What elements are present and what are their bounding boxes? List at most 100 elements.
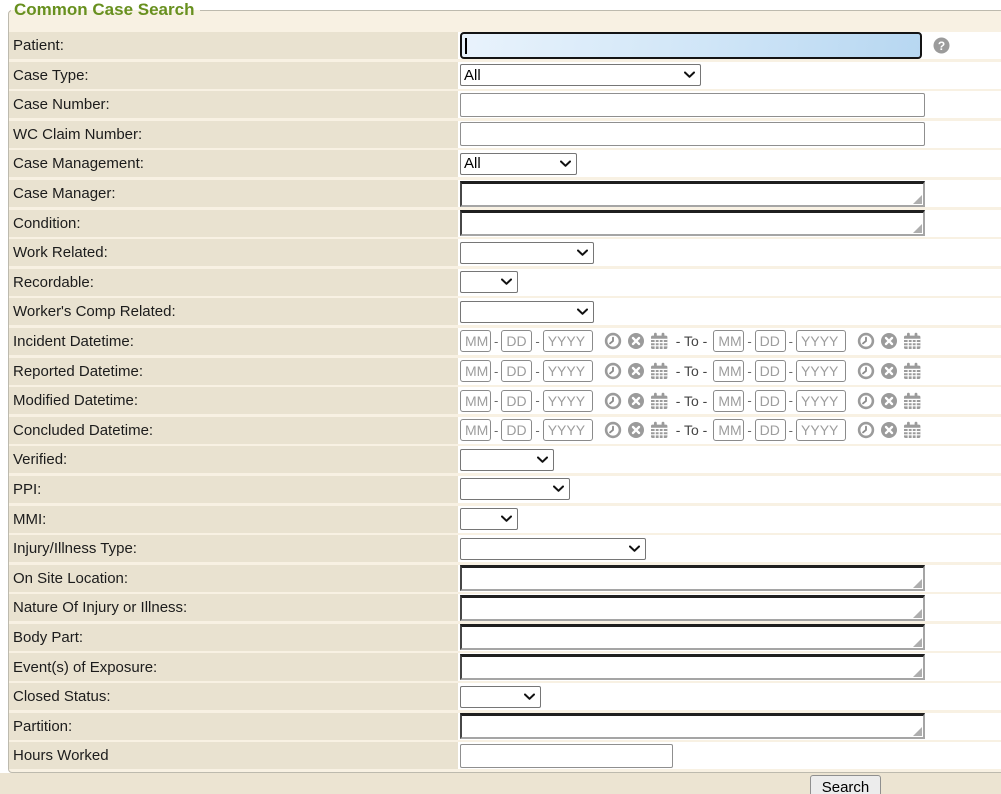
date-separator: - — [789, 423, 793, 438]
clear-icon[interactable] — [627, 332, 645, 350]
range-to-separator: - To - — [676, 422, 708, 438]
calendar-icon[interactable] — [903, 332, 922, 350]
calendar-icon[interactable] — [903, 362, 922, 380]
clock-icon[interactable] — [857, 392, 875, 410]
form-row-modified-datetime: Modified Datetime:--- To --- — [9, 387, 1001, 414]
reported-datetime-from-day-input[interactable] — [501, 360, 532, 382]
workers-comp-related-select[interactable] — [460, 301, 594, 323]
reported-datetime-from-year-input[interactable] — [543, 360, 593, 382]
clock-icon[interactable] — [857, 362, 875, 380]
concluded-datetime-to-month-input[interactable] — [713, 419, 744, 441]
date-separator: - — [494, 364, 498, 379]
date-separator: - — [747, 423, 751, 438]
calendar-icon[interactable] — [650, 392, 669, 410]
recordable-select[interactable] — [460, 271, 518, 293]
modified-datetime-from-year-input[interactable] — [543, 390, 593, 412]
clear-icon[interactable] — [880, 332, 898, 350]
case-number-input[interactable] — [460, 93, 925, 117]
nature-of-injury-textarea[interactable] — [460, 595, 925, 621]
body-part-textarea[interactable] — [460, 624, 925, 650]
clear-icon[interactable] — [627, 421, 645, 439]
field-value-cell-closed-status — [458, 683, 1001, 710]
calendar-icon[interactable] — [903, 421, 922, 439]
clear-icon[interactable] — [880, 362, 898, 380]
injury-illness-type-select[interactable] — [460, 538, 646, 560]
search-button[interactable]: Search — [810, 775, 881, 794]
hours-worked-input[interactable] — [460, 744, 673, 768]
concluded-datetime-to-day-input[interactable] — [755, 419, 786, 441]
partition-textarea[interactable] — [460, 713, 925, 739]
recordable-select-wrap — [460, 271, 518, 293]
incident-datetime-from-month-input[interactable] — [460, 330, 491, 352]
form-row-case-number: Case Number: — [9, 91, 1001, 118]
calendar-icon[interactable] — [650, 332, 669, 350]
concluded-datetime-from-month-input[interactable] — [460, 419, 491, 441]
date-separator: - — [747, 364, 751, 379]
partition-textarea-wrap — [460, 713, 925, 739]
calendar-icon[interactable] — [650, 421, 669, 439]
concluded-datetime-from-day-input[interactable] — [501, 419, 532, 441]
field-value-cell-workers-comp-related — [458, 298, 1001, 325]
clock-icon[interactable] — [857, 332, 875, 350]
reported-datetime-to-month-input[interactable] — [713, 360, 744, 382]
date-separator: - — [494, 423, 498, 438]
svg-text:?: ? — [938, 39, 945, 53]
incident-datetime-to-day-input[interactable] — [755, 330, 786, 352]
modified-datetime-from-day-input[interactable] — [501, 390, 532, 412]
concluded-datetime-from-year-input[interactable] — [543, 419, 593, 441]
patient-input[interactable] — [460, 32, 922, 59]
clear-icon[interactable] — [627, 392, 645, 410]
clock-icon[interactable] — [604, 362, 622, 380]
clock-icon[interactable] — [604, 421, 622, 439]
condition-textarea[interactable] — [460, 210, 925, 236]
field-label-incident-datetime: Incident Datetime: — [9, 328, 458, 355]
field-value-cell-concluded-datetime: --- To --- — [458, 417, 1001, 444]
clock-icon[interactable] — [604, 332, 622, 350]
clock-icon[interactable] — [857, 421, 875, 439]
modified-datetime-to-month-input[interactable] — [713, 390, 744, 412]
mmi-select[interactable] — [460, 508, 518, 530]
incident-datetime-to-month-input[interactable] — [713, 330, 744, 352]
reported-datetime-from-month-input[interactable] — [460, 360, 491, 382]
form-row-hours-worked: Hours Worked — [9, 742, 1001, 769]
form-row-on-site-location: On Site Location: — [9, 565, 1001, 592]
events-of-exposure-textarea-wrap — [460, 654, 925, 680]
incident-datetime-from-day-input[interactable] — [501, 330, 532, 352]
work-related-select-wrap — [460, 242, 594, 264]
on-site-location-textarea[interactable] — [460, 565, 925, 591]
date-separator: - — [747, 334, 751, 349]
calendar-icon[interactable] — [650, 362, 669, 380]
calendar-icon[interactable] — [903, 392, 922, 410]
reported-datetime-to-day-input[interactable] — [755, 360, 786, 382]
clear-icon[interactable] — [627, 362, 645, 380]
mmi-select-wrap — [460, 508, 518, 530]
help-icon[interactable]: ? — [933, 37, 950, 54]
modified-datetime-to-day-input[interactable] — [755, 390, 786, 412]
work-related-select[interactable] — [460, 242, 594, 264]
field-label-case-manager: Case Manager: — [9, 180, 458, 207]
case-type-select[interactable]: All — [460, 64, 701, 86]
modified-datetime-from-month-input[interactable] — [460, 390, 491, 412]
concluded-datetime-to-year-input[interactable] — [796, 419, 846, 441]
range-to-separator: - To - — [676, 333, 708, 349]
clock-icon[interactable] — [604, 392, 622, 410]
date-separator: - — [789, 393, 793, 408]
closed-status-select[interactable] — [460, 686, 541, 708]
reported-datetime-to-year-input[interactable] — [796, 360, 846, 382]
events-of-exposure-textarea[interactable] — [460, 654, 925, 680]
case-manager-textarea[interactable] — [460, 181, 925, 207]
field-label-nature-of-injury: Nature Of Injury or Illness: — [9, 594, 458, 621]
incident-datetime-from-year-input[interactable] — [543, 330, 593, 352]
modified-datetime-to-year-input[interactable] — [796, 390, 846, 412]
reported-datetime-range: --- To --- — [460, 360, 922, 382]
clear-icon[interactable] — [880, 421, 898, 439]
case-management-select[interactable]: All — [460, 153, 577, 175]
form-row-verified: Verified: — [9, 446, 1001, 473]
wc-claim-number-input[interactable] — [460, 122, 925, 146]
ppi-select[interactable] — [460, 478, 570, 500]
date-separator: - — [789, 334, 793, 349]
clear-icon[interactable] — [880, 392, 898, 410]
field-value-cell-on-site-location — [458, 565, 1001, 592]
verified-select[interactable] — [460, 449, 554, 471]
incident-datetime-to-year-input[interactable] — [796, 330, 846, 352]
